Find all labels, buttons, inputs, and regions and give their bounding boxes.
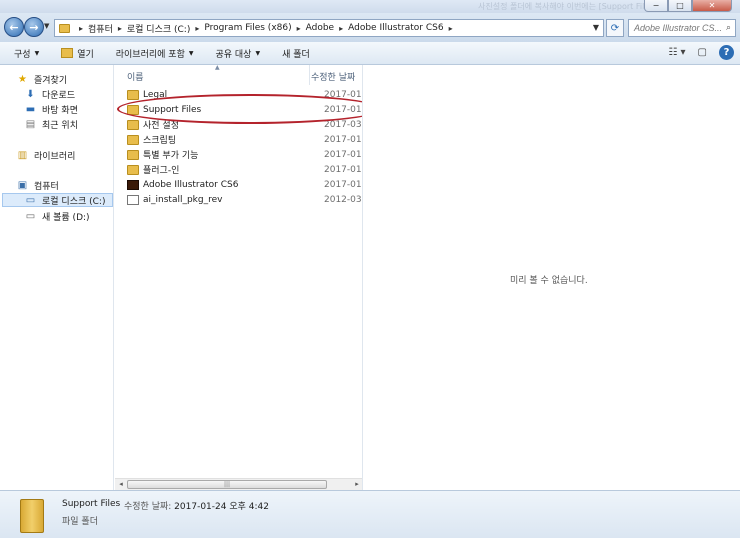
selected-item-modified: 수정한 날짜: 2017-01-24 오후 4:42	[124, 502, 269, 512]
window-controls: − □ ✕	[644, 0, 732, 12]
column-header-name[interactable]: 이름	[127, 70, 144, 83]
scroll-right-icon[interactable]: ▸	[351, 479, 362, 490]
breadcrumb-adobe[interactable]: Adobe ▸	[306, 23, 348, 33]
star-icon: ★	[18, 73, 27, 85]
chevron-right-icon[interactable]: ▸	[449, 24, 453, 33]
library-icon: ▥	[17, 149, 28, 161]
forward-arrow-icon: →	[29, 20, 39, 34]
scrollbar-thumb[interactable]: |||	[127, 480, 327, 489]
command-bar: 구성 ▼ 열기 라이브러리에 포함 ▼ 공유 대상 ▼ 새 폴더 ☷ ▾ ▢ ?	[0, 42, 740, 65]
back-arrow-icon: ←	[9, 20, 19, 34]
share-with-button[interactable]: 공유 대상 ▼	[215, 47, 260, 60]
address-dropdown-icon[interactable]: ▼	[593, 23, 599, 32]
preview-pane: 미리 볼 수 없습니다.	[364, 65, 740, 490]
recent-places-icon: ▤	[25, 118, 36, 130]
breadcrumb-computer[interactable]: 컴퓨터 ▸	[88, 22, 127, 35]
sidebar-item-local-disk[interactable]: ▭ 로컬 디스크 (C:)	[2, 193, 113, 207]
folder-icon	[59, 23, 70, 33]
sidebar-item-new-volume[interactable]: ▭ 새 볼륨 (D:)	[24, 209, 90, 223]
file-row-install-pkg[interactable]: ai_install_pkg_rev 2012-03-25	[127, 192, 362, 207]
back-button[interactable]: ←	[4, 17, 24, 37]
drive-icon: ▭	[25, 210, 36, 222]
sidebar-item-favorites[interactable]: ★ 즐겨찾기	[16, 72, 67, 86]
folder-icon	[127, 164, 139, 175]
organize-button[interactable]: 구성 ▼	[14, 47, 39, 60]
view-options-icon[interactable]: ☷ ▾	[668, 47, 685, 58]
horizontal-scrollbar[interactable]: ◂ ||| ▸	[115, 478, 362, 490]
search-input[interactable]: Adobe Illustrator CS... ⌕	[628, 19, 736, 37]
navigation-pane: ★ 즐겨찾기 ⬇ 다운로드 ▬ 바탕 화면 ▤ 최근 위치 ▥ 라이브러리 ▣ 컴퓨터 ▭ 로…	[0, 65, 114, 490]
sidebar-item-recent[interactable]: ▤ 최근 위치	[24, 117, 78, 131]
preview-pane-icon[interactable]: ▢	[698, 47, 707, 58]
include-in-library-button[interactable]: 라이브러리에 포함 ▼	[116, 47, 194, 60]
sidebar-item-downloads[interactable]: ⬇ 다운로드	[24, 87, 75, 101]
search-icon: ⌕	[725, 22, 731, 32]
selected-item-name: Support Files	[62, 499, 121, 509]
breadcrumb-program-files[interactable]: Program Files (x86) ▸	[204, 23, 305, 33]
caret-down-icon: ▼	[255, 49, 261, 57]
open-button[interactable]: 열기	[61, 47, 94, 60]
scroll-left-icon[interactable]: ◂	[115, 479, 127, 490]
desktop-icon: ▬	[25, 103, 36, 115]
column-divider[interactable]	[309, 65, 310, 85]
column-header-modified[interactable]: 수정한 날짜	[311, 70, 355, 83]
column-header-row: ▲ 이름 수정한 날짜	[115, 65, 362, 85]
file-row-illustrator-app[interactable]: Adobe Illustrator CS6 2017-01-24	[127, 177, 362, 192]
file-list: ▲ 이름 수정한 날짜 Legal 2017-01-24 Support Fil…	[115, 65, 363, 490]
refresh-button[interactable]: ⟳	[606, 19, 624, 37]
computer-icon: ▣	[17, 179, 28, 191]
chevron-right-icon[interactable]: ▸	[79, 24, 83, 33]
minimize-button[interactable]: −	[644, 0, 668, 12]
file-row-extras[interactable]: 특별 부가 기능 2017-01-24	[127, 147, 362, 162]
folder-icon	[127, 89, 139, 100]
details-pane: Support Files 수정한 날짜: 2017-01-24 오후 4:42…	[0, 490, 740, 538]
downloads-icon: ⬇	[26, 88, 35, 100]
file-row-scripting[interactable]: 스크립팅 2017-01-24	[127, 132, 362, 147]
illustrator-app-icon	[127, 179, 139, 190]
open-folder-icon	[61, 48, 74, 58]
folder-icon	[127, 134, 139, 145]
file-row-plugins[interactable]: 플러그-인 2017-01-24	[127, 162, 362, 177]
folder-icon	[127, 149, 139, 160]
address-row: ← → ▼ ▸ 컴퓨터 ▸ 로컬 디스크 (C:) ▸ Program Files …	[0, 13, 740, 42]
caret-down-icon: ▼	[34, 49, 40, 57]
chevron-right-icon[interactable]: ▸	[195, 24, 199, 33]
sort-arrow-icon: ▲	[215, 65, 220, 71]
document-icon	[127, 194, 139, 205]
close-button[interactable]: ✕	[692, 0, 732, 12]
sidebar-item-computer[interactable]: ▣ 컴퓨터	[16, 178, 59, 192]
annotation-oval	[117, 94, 362, 124]
title-bar: 사진설정 폴더에 복사해야 이번에는 [Support Files] 안으로 들…	[0, 0, 740, 13]
refresh-icon: ⟳	[610, 22, 620, 34]
help-icon[interactable]: ?	[719, 45, 734, 60]
no-preview-message: 미리 볼 수 없습니다.	[510, 276, 588, 286]
folder-icon	[20, 499, 44, 533]
selected-item-type: 파일 폴더	[62, 517, 98, 527]
address-bar[interactable]: ▸ 컴퓨터 ▸ 로컬 디스크 (C:) ▸ Program Files (x86) ▸…	[54, 19, 604, 37]
maximize-button[interactable]: □	[668, 0, 692, 12]
breadcrumb-illustrator[interactable]: Adobe Illustrator CS6 ▸	[348, 23, 457, 33]
view-controls: ☷ ▾ ▢ ?	[656, 45, 734, 60]
caret-down-icon: ▼	[188, 49, 194, 57]
folder-icon	[127, 119, 139, 130]
chevron-right-icon[interactable]: ▸	[339, 24, 343, 33]
chevron-right-icon[interactable]: ▸	[297, 24, 301, 33]
drive-icon: ▭	[25, 194, 36, 206]
sidebar-item-libraries[interactable]: ▥ 라이브러리	[16, 148, 76, 162]
forward-button[interactable]: →	[24, 17, 44, 37]
sidebar-item-desktop[interactable]: ▬ 바탕 화면	[24, 102, 78, 116]
recent-pages-dropdown[interactable]: ▼	[44, 22, 49, 30]
chevron-right-icon[interactable]: ▸	[118, 24, 122, 33]
breadcrumb-local-disk[interactable]: 로컬 디스크 (C:) ▸	[127, 22, 204, 35]
new-folder-button[interactable]: 새 폴더	[282, 47, 310, 60]
